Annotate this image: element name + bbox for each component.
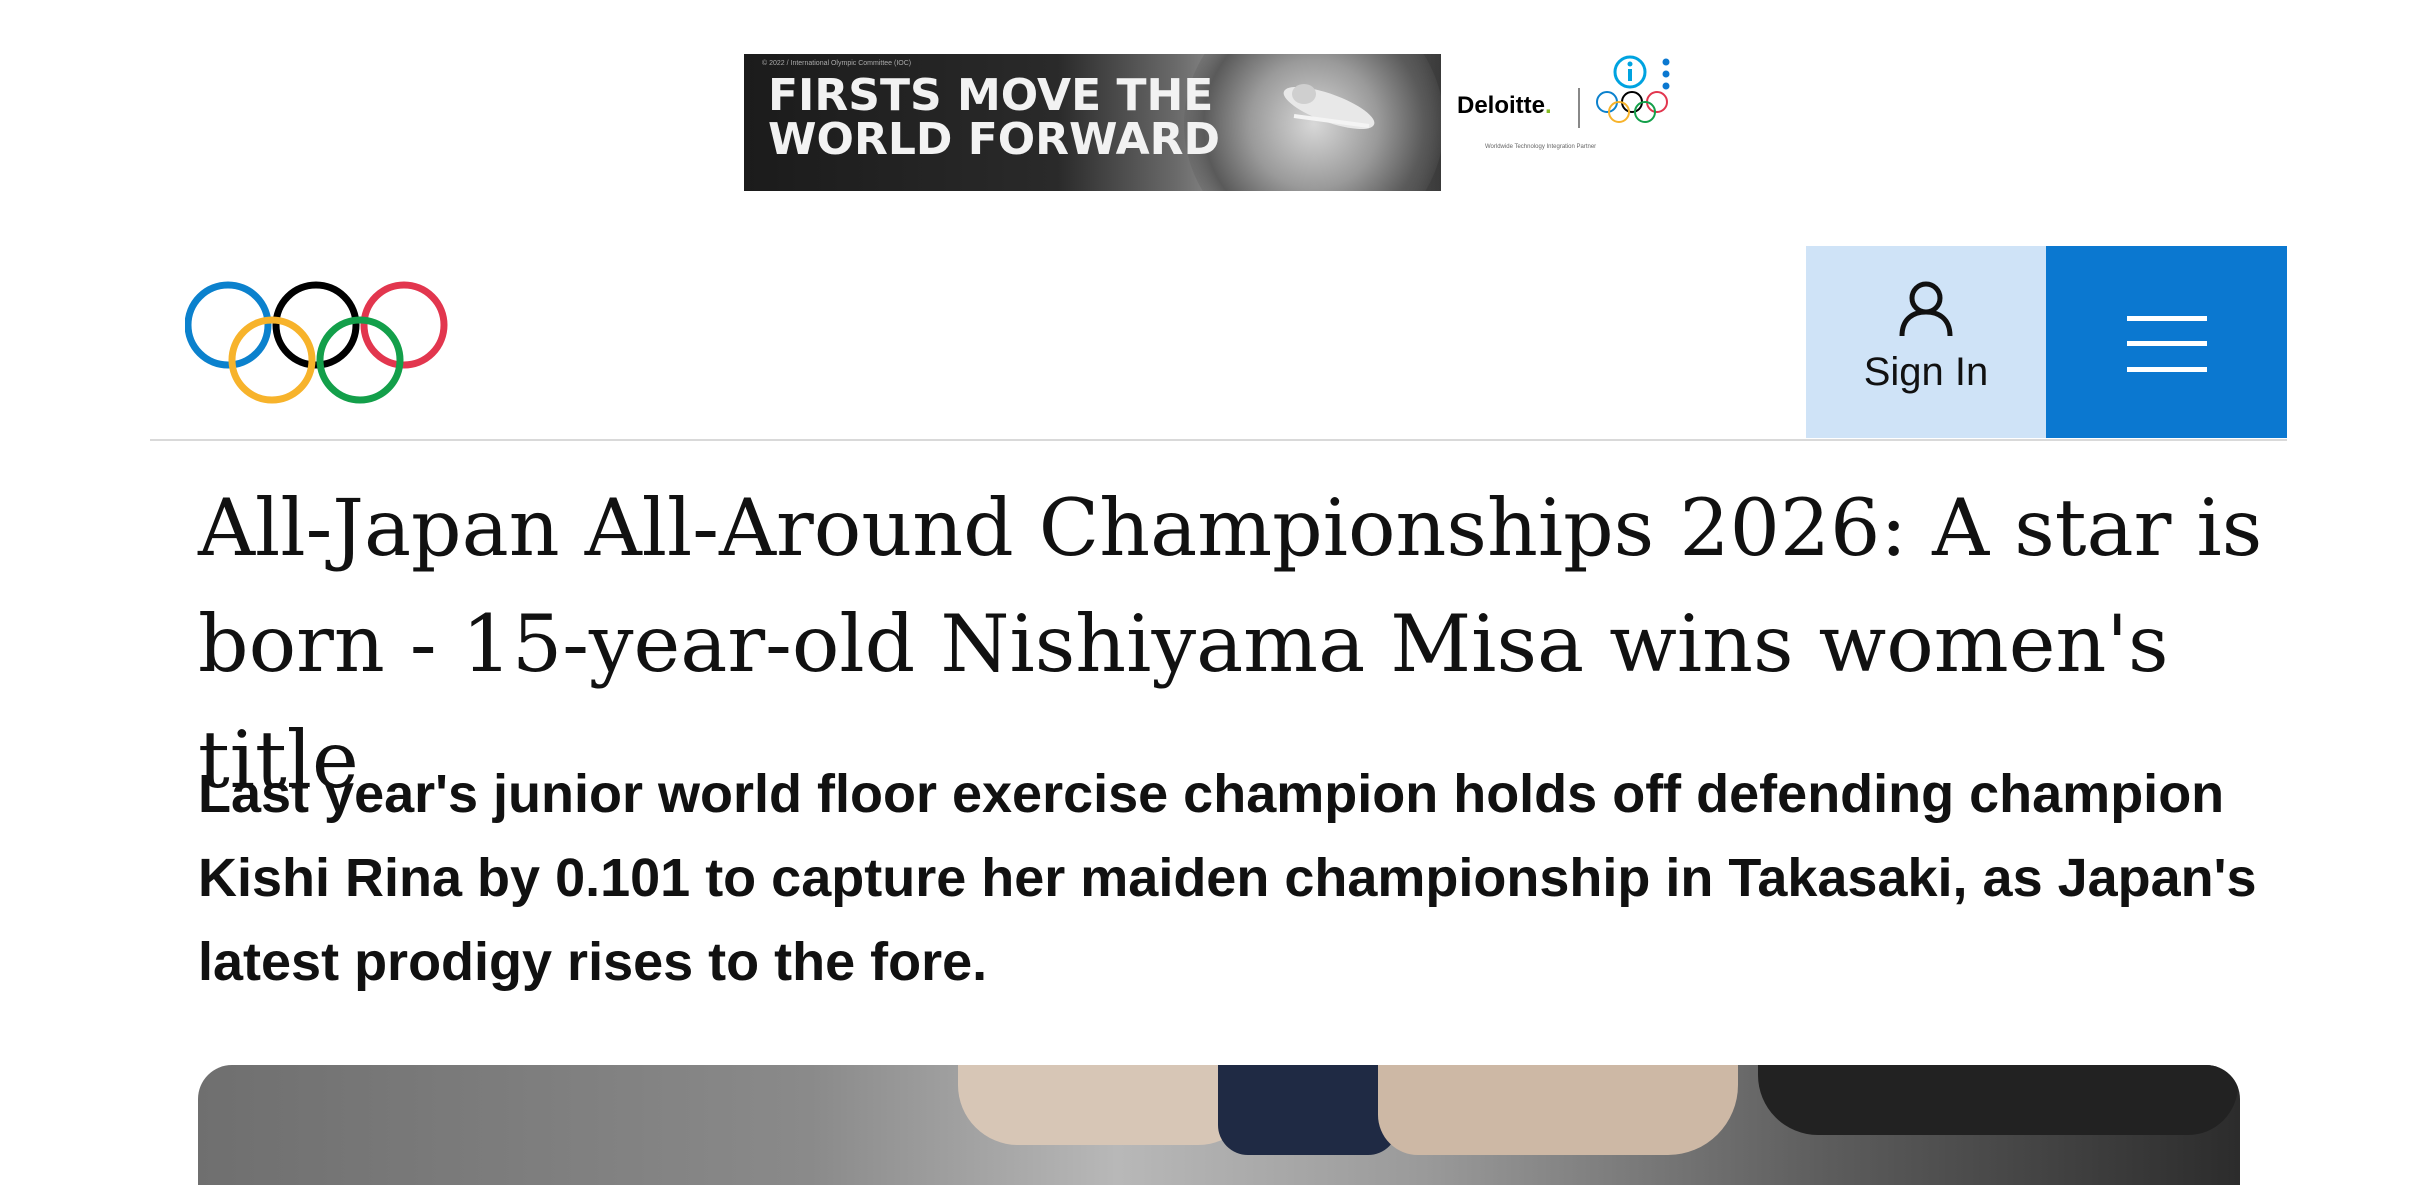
sign-in-label: Sign In: [1863, 350, 1989, 394]
ad-divider: [1578, 88, 1580, 128]
ad-headline: FIRSTS MOVE THE WORLD FORWARD: [768, 74, 1220, 162]
ad-sponsor-panel[interactable]: Deloitte. Worldwide Technology Integrati…: [1441, 54, 1696, 191]
ad-sponsor-subline: Worldwide Technology Integration Partner: [1485, 144, 1597, 150]
info-icon[interactable]: [1612, 54, 1648, 90]
ad-headline-line1: FIRSTS MOVE THE: [768, 70, 1214, 121]
user-icon: [1899, 281, 1953, 337]
more-vertical-icon[interactable]: [1662, 58, 1670, 92]
hamburger-menu-icon: [2127, 316, 2207, 372]
sign-in-button[interactable]: Sign In: [1806, 246, 2046, 438]
header-divider: [150, 439, 2287, 441]
ad-copyright: © 2022 / International Olympic Committee…: [762, 60, 912, 67]
advertisement-banner[interactable]: © 2022 / International Olympic Committee…: [744, 54, 1696, 191]
hero-image-arm: [958, 1065, 1258, 1145]
ad-sponsor-name: Deloitte: [1457, 92, 1546, 119]
olympic-rings-logo[interactable]: [185, 280, 450, 405]
article-standfirst: Last year's junior world floor exercise …: [198, 764, 2257, 992]
hero-image-arm: [1378, 1065, 1738, 1155]
hero-image-leotard: [1218, 1065, 1398, 1155]
ad-headline-line2: WORLD FORWARD: [768, 114, 1221, 165]
ad-sponsor-dot: .: [1545, 92, 1552, 119]
ad-olympic-rings-icon: [1596, 91, 1668, 123]
ad-athlete-graphic: [1283, 84, 1375, 130]
ad-sponsor-logo: Deloitte.: [1457, 92, 1552, 120]
ad-creative[interactable]: © 2022 / International Olympic Committee…: [744, 54, 1441, 191]
hero-image[interactable]: [198, 1065, 2240, 1185]
menu-button[interactable]: [2046, 246, 2287, 438]
